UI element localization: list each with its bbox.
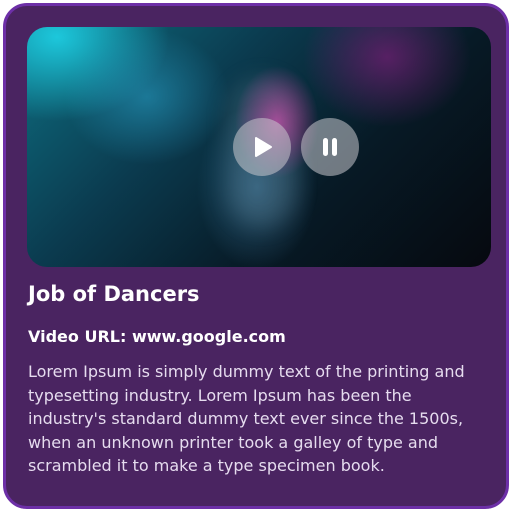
video-url-label: Video URL:: [28, 327, 127, 346]
pause-button[interactable]: [301, 118, 359, 176]
card-title: Job of Dancers: [28, 282, 200, 306]
video-url-line: Video URL: www.google.com: [28, 327, 286, 346]
play-icon: [255, 137, 272, 157]
play-button[interactable]: [233, 118, 291, 176]
video-card: Job of Dancers Video URL: www.google.com…: [3, 3, 509, 509]
pause-icon: [323, 138, 337, 156]
video-url-link[interactable]: www.google.com: [132, 327, 286, 346]
video-player[interactable]: [27, 27, 491, 267]
card-description: Lorem Ipsum is simply dummy text of the …: [28, 362, 465, 475]
